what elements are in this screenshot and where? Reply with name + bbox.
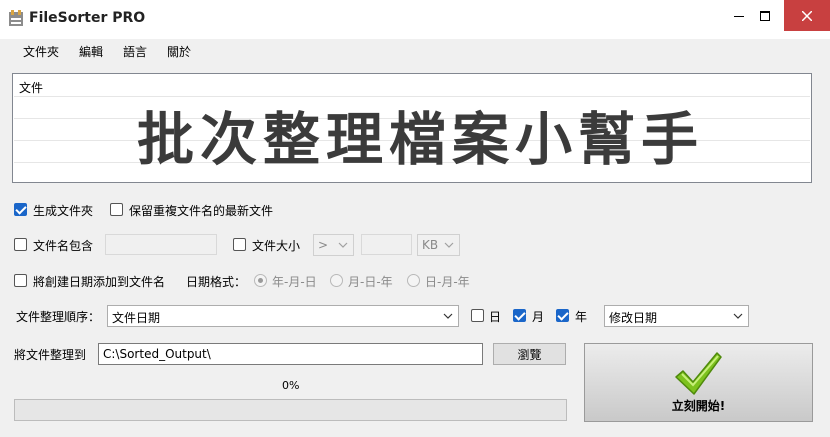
month-checkbox[interactable] <box>513 309 526 322</box>
menu-language[interactable]: 語言 <box>123 43 147 60</box>
name-contains-checkbox[interactable] <box>14 238 27 251</box>
chevron-down-icon <box>444 242 454 248</box>
file-list[interactable]: 文件 批次整理檔案小幫手 <box>12 73 812 183</box>
progress-bar <box>14 399 567 421</box>
add-date-label: 將創建日期添加到文件名 <box>33 275 166 289</box>
size-unit-select[interactable]: KB <box>417 234 460 256</box>
output-path-value: C:\Sorted_Output\ <box>103 347 211 361</box>
date-source-select[interactable]: 修改日期 <box>604 305 749 327</box>
banner-title: 批次整理檔案小幫手 <box>137 107 704 173</box>
menu-edit[interactable]: 編輯 <box>79 43 103 60</box>
checkmark-icon <box>675 352 722 395</box>
start-button[interactable]: 立刻開始! <box>584 343 813 422</box>
day-checkbox[interactable] <box>471 309 484 322</box>
add-date-checkbox[interactable] <box>14 274 27 287</box>
maximize-icon <box>760 10 770 21</box>
date-source-value: 修改日期 <box>609 311 658 325</box>
size-operator-value: > <box>318 238 329 252</box>
minimize-icon <box>734 15 744 17</box>
main-panel: 文件 批次整理檔案小幫手 生成文件夾 保留重複文件名的最新文件 文件名包含 文件… <box>0 63 830 437</box>
sort-order-value: 文件日期 <box>112 311 161 325</box>
size-operator-select[interactable]: > <box>313 234 354 256</box>
window-title: FileSorter PRO <box>29 10 146 26</box>
year-checkbox[interactable] <box>556 309 569 322</box>
date-format-label: 日期格式： <box>186 275 247 289</box>
sort-order-label: 文件整理順序： <box>16 310 101 324</box>
file-list-header: 文件 <box>19 81 44 95</box>
year-label: 年 <box>575 310 588 324</box>
chevron-down-icon <box>338 242 348 248</box>
keep-newest-checkbox[interactable] <box>110 203 123 216</box>
maximize-button[interactable] <box>747 0 783 31</box>
file-size-label: 文件大小 <box>252 239 301 253</box>
date-format-dmy-radio[interactable] <box>407 274 420 287</box>
date-format-mdy-label: 月-日-年 <box>348 275 393 289</box>
size-unit-value: KB <box>422 238 439 252</box>
name-contains-label: 文件名包含 <box>33 239 94 253</box>
date-format-dmy-label: 日-月-年 <box>425 275 470 289</box>
chevron-down-icon <box>733 313 743 319</box>
month-label: 月 <box>532 310 545 324</box>
progress-percent: 0% <box>282 379 300 392</box>
output-label: 將文件整理到 <box>14 348 87 362</box>
day-label: 日 <box>489 310 502 324</box>
menu-about[interactable]: 關於 <box>167 43 191 60</box>
name-contains-input[interactable] <box>105 234 217 255</box>
create-folder-label: 生成文件夾 <box>33 204 94 218</box>
file-size-checkbox[interactable] <box>233 238 246 251</box>
browse-button[interactable]: 瀏覽 <box>493 343 566 365</box>
sort-order-select[interactable]: 文件日期 <box>107 305 459 327</box>
date-format-ymd-radio[interactable] <box>254 274 267 287</box>
output-path-input[interactable]: C:\Sorted_Output\ <box>98 343 483 365</box>
chevron-down-icon <box>443 313 453 319</box>
date-format-mdy-radio[interactable] <box>330 274 343 287</box>
create-folder-checkbox[interactable] <box>14 203 27 216</box>
date-format-ymd-label: 年-月-日 <box>272 275 317 289</box>
close-icon <box>802 10 812 21</box>
menu-bar: 文件夾 編輯 語言 關於 <box>0 39 830 63</box>
menu-folder[interactable]: 文件夾 <box>23 43 59 60</box>
title-bar: FileSorter PRO <box>0 0 830 39</box>
close-button[interactable] <box>784 0 830 31</box>
app-icon <box>9 10 23 26</box>
start-button-label: 立刻開始! <box>671 399 726 413</box>
keep-newest-label: 保留重複文件名的最新文件 <box>129 204 274 218</box>
size-value-input[interactable] <box>361 234 412 255</box>
